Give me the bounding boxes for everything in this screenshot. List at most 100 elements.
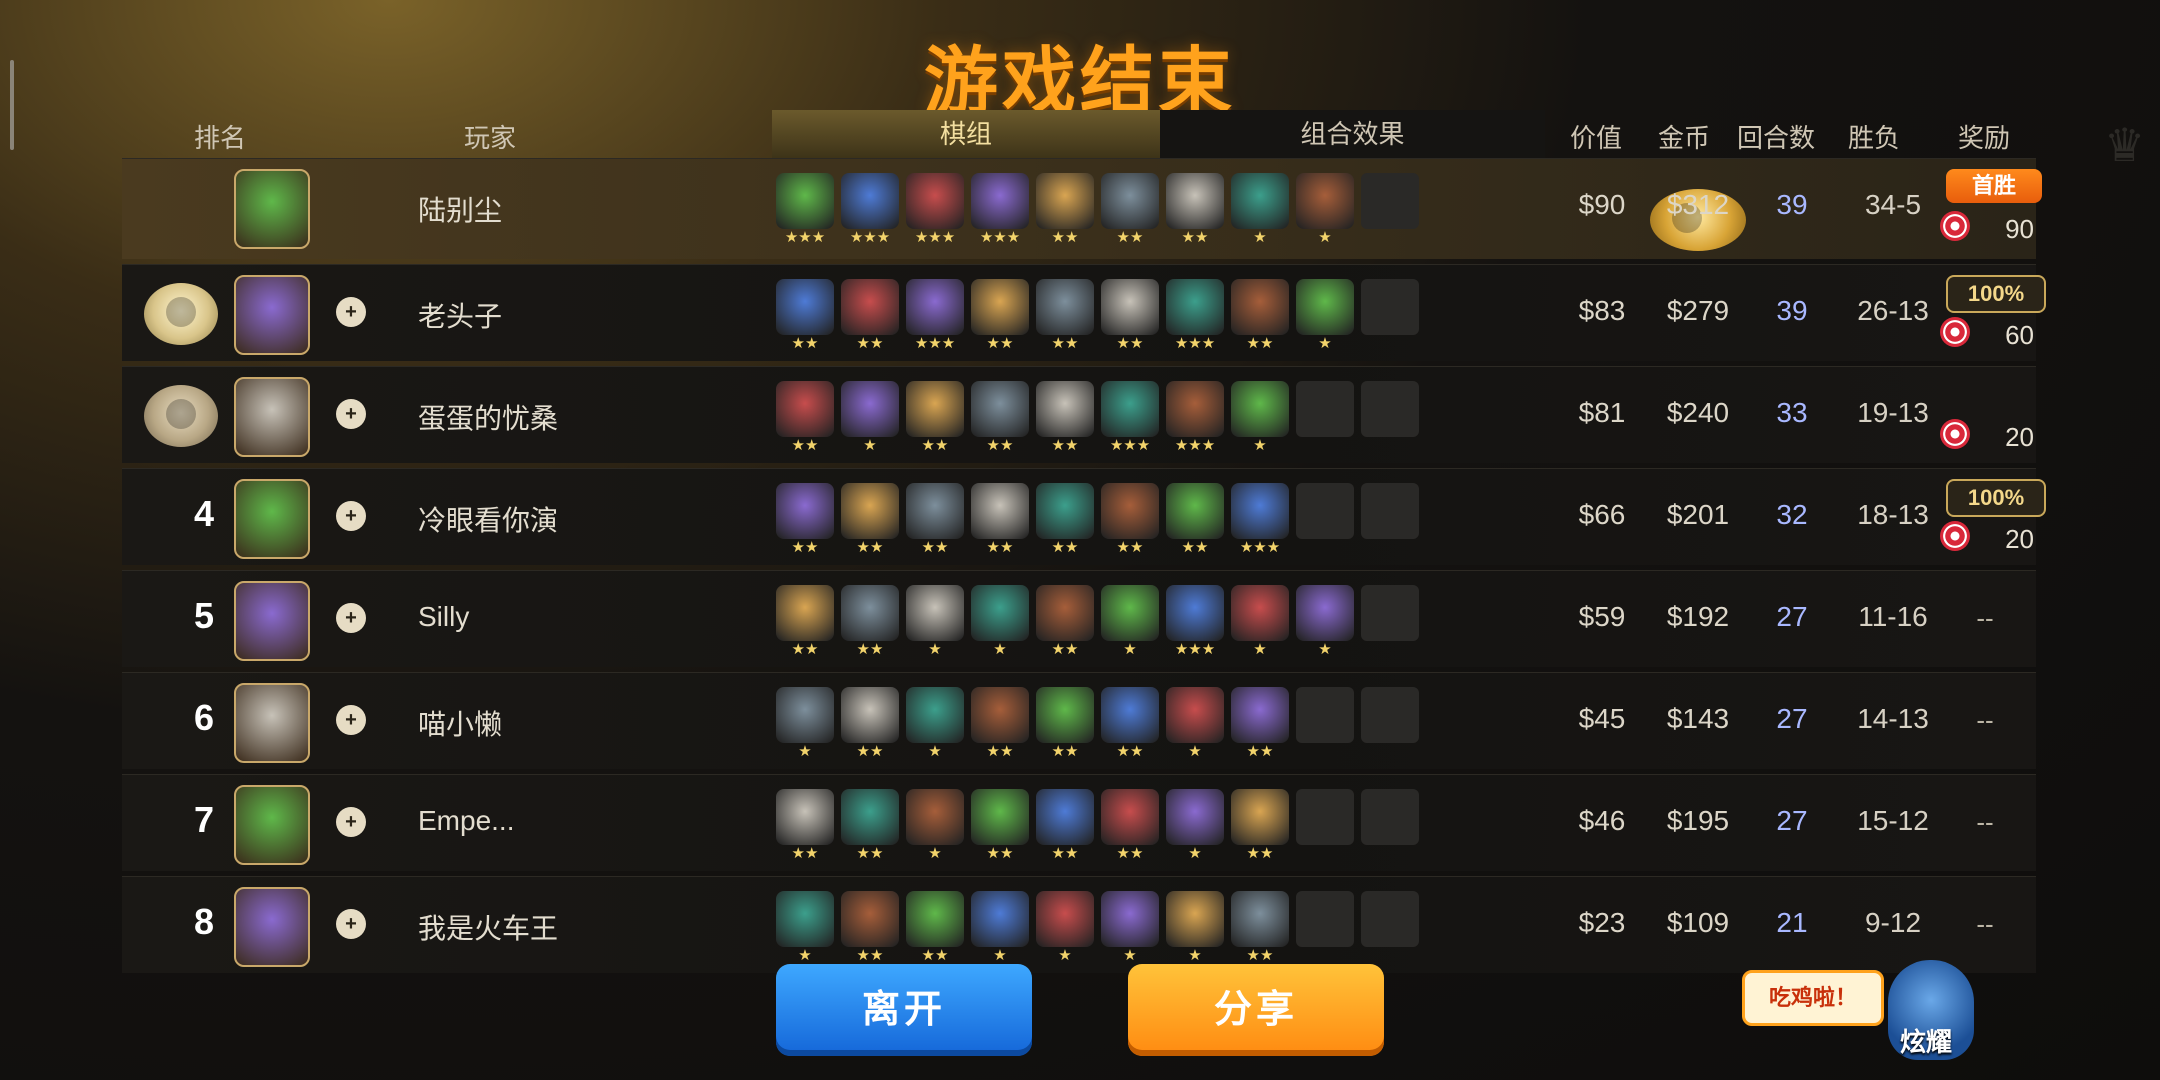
chess-piece[interactable]: ★ — [1166, 687, 1224, 761]
chess-piece[interactable]: ★★ — [776, 381, 834, 455]
player-name[interactable]: 陆别尘 — [418, 189, 502, 229]
chess-piece[interactable]: ★ — [1231, 585, 1289, 659]
chess-piece[interactable]: ★★ — [1036, 173, 1094, 247]
tab-synergy[interactable]: 组合效果 — [1160, 110, 1545, 158]
chess-piece[interactable]: ★★ — [841, 789, 899, 863]
avatar[interactable] — [234, 887, 310, 967]
avatar[interactable] — [234, 169, 310, 249]
player-name[interactable]: 蛋蛋的忧桑 — [418, 397, 558, 437]
chess-piece[interactable]: ★ — [906, 585, 964, 659]
leave-button[interactable]: 离开 — [776, 964, 1032, 1056]
chess-piece[interactable]: ★★ — [1036, 381, 1094, 455]
chess-piece[interactable]: ★★★ — [971, 173, 1029, 247]
chess-piece[interactable]: ★★ — [1101, 687, 1159, 761]
chess-piece[interactable]: ★★★ — [1166, 585, 1224, 659]
chess-piece[interactable]: ★★ — [841, 279, 899, 353]
piece-stars: ★★ — [986, 845, 1014, 862]
chess-piece[interactable]: ★★ — [1166, 483, 1224, 557]
chess-piece[interactable]: ★★ — [1231, 789, 1289, 863]
chess-piece-icon — [1036, 381, 1094, 437]
avatar[interactable] — [234, 683, 310, 763]
share-button[interactable]: 分享 — [1128, 964, 1384, 1056]
chess-piece[interactable]: ★ — [776, 891, 834, 965]
chess-piece[interactable]: ★ — [1231, 381, 1289, 455]
chess-piece[interactable]: ★★★ — [776, 173, 834, 247]
chess-piece[interactable]: ★ — [1036, 891, 1094, 965]
add-friend-icon[interactable]: + — [336, 909, 366, 939]
chess-piece[interactable]: ★★ — [971, 279, 1029, 353]
chess-piece[interactable]: ★ — [1296, 585, 1354, 659]
chess-piece[interactable]: ★★★ — [841, 173, 899, 247]
chess-piece[interactable]: ★★★ — [906, 279, 964, 353]
add-friend-icon[interactable]: + — [336, 603, 366, 633]
chess-piece[interactable]: ★★ — [841, 687, 899, 761]
gold-cell: $312 — [1666, 189, 1730, 220]
chess-piece[interactable]: ★★★ — [1166, 381, 1224, 455]
avatar[interactable] — [234, 479, 310, 559]
chess-piece[interactable]: ★ — [1101, 585, 1159, 659]
chess-piece[interactable]: ★★ — [841, 891, 899, 965]
chess-piece[interactable]: ★★ — [1036, 483, 1094, 557]
chess-piece[interactable]: ★★ — [1036, 687, 1094, 761]
chess-piece[interactable]: ★★ — [906, 381, 964, 455]
chess-piece[interactable]: ★★ — [1036, 585, 1094, 659]
chess-piece[interactable]: ★★ — [1101, 279, 1159, 353]
chess-piece[interactable]: ★★ — [1231, 891, 1289, 965]
chess-piece[interactable]: ★★ — [1101, 789, 1159, 863]
chess-piece[interactable]: ★★ — [1231, 279, 1289, 353]
chess-piece[interactable]: ★★ — [776, 585, 834, 659]
chess-piece[interactable]: ★★ — [776, 483, 834, 557]
player-name[interactable]: Empe... — [418, 805, 514, 837]
add-friend-icon[interactable]: + — [336, 705, 366, 735]
chess-piece[interactable]: ★★ — [841, 585, 899, 659]
chess-piece[interactable]: ★ — [971, 585, 1029, 659]
chess-piece[interactable]: ★★ — [776, 789, 834, 863]
chess-piece[interactable]: ★★ — [906, 891, 964, 965]
chess-piece[interactable]: ★★ — [971, 483, 1029, 557]
chess-piece[interactable]: ★★ — [841, 483, 899, 557]
add-friend-icon[interactable]: + — [336, 501, 366, 531]
chess-piece[interactable]: ★ — [906, 789, 964, 863]
piece-stars: ★ — [928, 743, 942, 760]
piece-stars: ★★ — [986, 743, 1014, 760]
chess-piece[interactable]: ★ — [906, 687, 964, 761]
chess-piece[interactable]: ★ — [841, 381, 899, 455]
avatar[interactable] — [234, 581, 310, 661]
add-friend-icon[interactable]: + — [336, 807, 366, 837]
chess-piece[interactable]: ★★ — [776, 279, 834, 353]
chess-piece[interactable]: ★ — [1296, 173, 1354, 247]
chess-piece[interactable]: ★★★ — [1231, 483, 1289, 557]
chess-piece[interactable]: ★★ — [906, 483, 964, 557]
chess-piece[interactable]: ★★★ — [1166, 279, 1224, 353]
chess-piece[interactable]: ★★ — [971, 687, 1029, 761]
avatar[interactable] — [234, 785, 310, 865]
avatar[interactable] — [234, 275, 310, 355]
chess-piece[interactable]: ★ — [971, 891, 1029, 965]
chess-piece[interactable]: ★★ — [1036, 789, 1094, 863]
player-name[interactable]: 我是火车王 — [418, 907, 558, 947]
chess-piece[interactable]: ★ — [776, 687, 834, 761]
chess-piece[interactable]: ★★ — [1101, 173, 1159, 247]
player-name[interactable]: Silly — [418, 601, 469, 633]
chess-piece[interactable]: ★ — [1231, 173, 1289, 247]
chess-piece[interactable]: ★★ — [971, 381, 1029, 455]
chess-piece[interactable]: ★★★ — [1101, 381, 1159, 455]
chess-piece[interactable]: ★★ — [1036, 279, 1094, 353]
chess-piece[interactable]: ★★ — [971, 789, 1029, 863]
chess-piece[interactable]: ★★ — [1101, 483, 1159, 557]
chess-piece[interactable]: ★ — [1166, 891, 1224, 965]
avatar[interactable] — [234, 377, 310, 457]
chess-piece[interactable]: ★ — [1166, 789, 1224, 863]
chess-piece[interactable]: ★★ — [1166, 173, 1224, 247]
add-friend-icon[interactable]: + — [336, 297, 366, 327]
chess-piece[interactable]: ★ — [1101, 891, 1159, 965]
chess-piece[interactable]: ★★★ — [906, 173, 964, 247]
tab-pieces[interactable]: 棋组 — [772, 110, 1160, 158]
show-off-label[interactable]: 炫耀 — [1900, 1022, 1952, 1059]
chess-piece[interactable]: ★★ — [1231, 687, 1289, 761]
player-name[interactable]: 冷眼看你演 — [418, 499, 558, 539]
player-name[interactable]: 老头子 — [418, 295, 502, 335]
player-name[interactable]: 喵小懒 — [418, 703, 502, 743]
chess-piece[interactable]: ★ — [1296, 279, 1354, 353]
add-friend-icon[interactable]: + — [336, 399, 366, 429]
